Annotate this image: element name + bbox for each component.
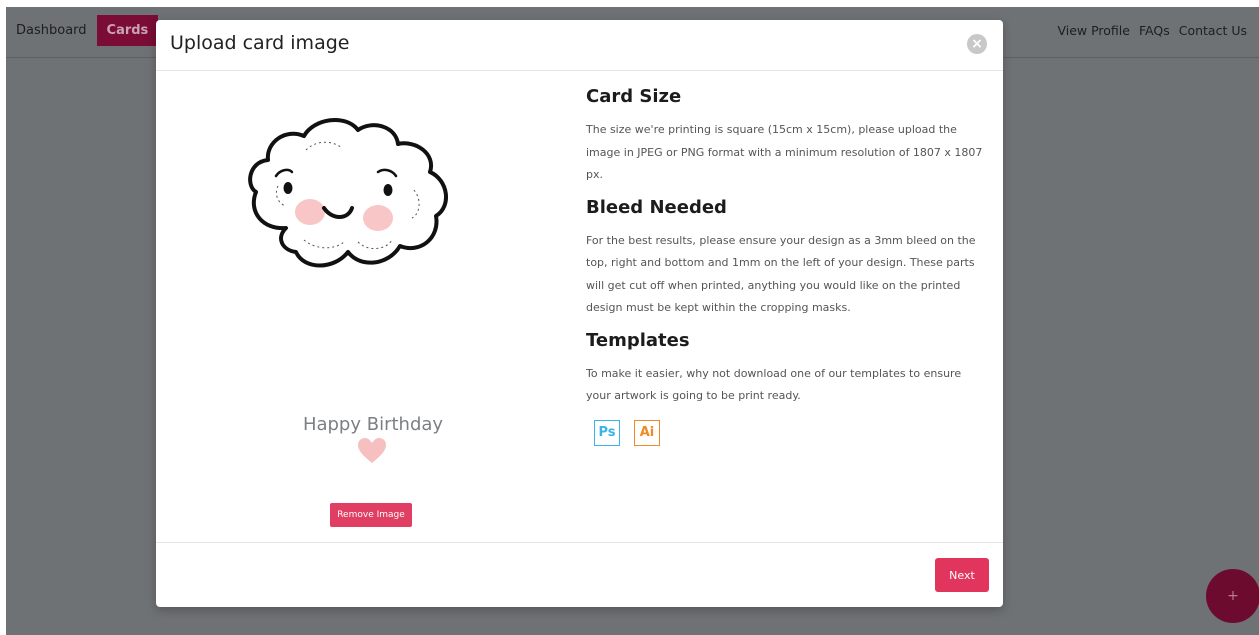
card-size-text: The size we're printing is square (15cm … [586,123,983,181]
photoshop-icon[interactable]: Ps [594,419,620,446]
templates-text: To make it easier, why not download one … [586,366,962,403]
illustrator-icon[interactable]: Ai [634,419,660,446]
nav-cards[interactable]: Cards [96,15,159,46]
upload-card-modal: Upload card image × Happy Birthday Remov… [156,20,1003,607]
cloud-illustration [248,117,449,268]
remove-image-button[interactable]: Remove Image [330,503,412,527]
nav-right: View Profile FAQs Contact Us [1057,23,1247,38]
next-button[interactable]: Next [935,558,989,592]
card-preview: Happy Birthday [208,90,538,510]
plus-icon: + [1227,588,1239,604]
bleed-needed-text: For the best results, please ensure your… [586,233,976,315]
card-size-title: Card Size [586,86,682,107]
template-links: Ps Ai [594,419,988,446]
add-fab-button[interactable]: + [1206,569,1259,623]
card-greeting-text: Happy Birthday [302,414,444,435]
modal-title: Upload card image [170,32,350,54]
nav-faqs[interactable]: FAQs [1139,23,1170,38]
bleed-needed-title: Bleed Needed [586,196,727,218]
modal-header: Upload card image × [156,20,1003,71]
templates-title: Templates [586,329,690,351]
nav-view-profile[interactable]: View Profile [1057,23,1130,38]
nav-left: Dashboard Cards [6,15,159,46]
info-panel: Card Size The size we're printing is squ… [586,86,988,446]
modal-footer: Next [156,542,1003,608]
heart-icon [358,438,386,463]
nav-dashboard[interactable]: Dashboard [6,15,97,46]
nav-contact-us[interactable]: Contact Us [1179,23,1247,38]
close-icon[interactable]: × [967,34,987,54]
